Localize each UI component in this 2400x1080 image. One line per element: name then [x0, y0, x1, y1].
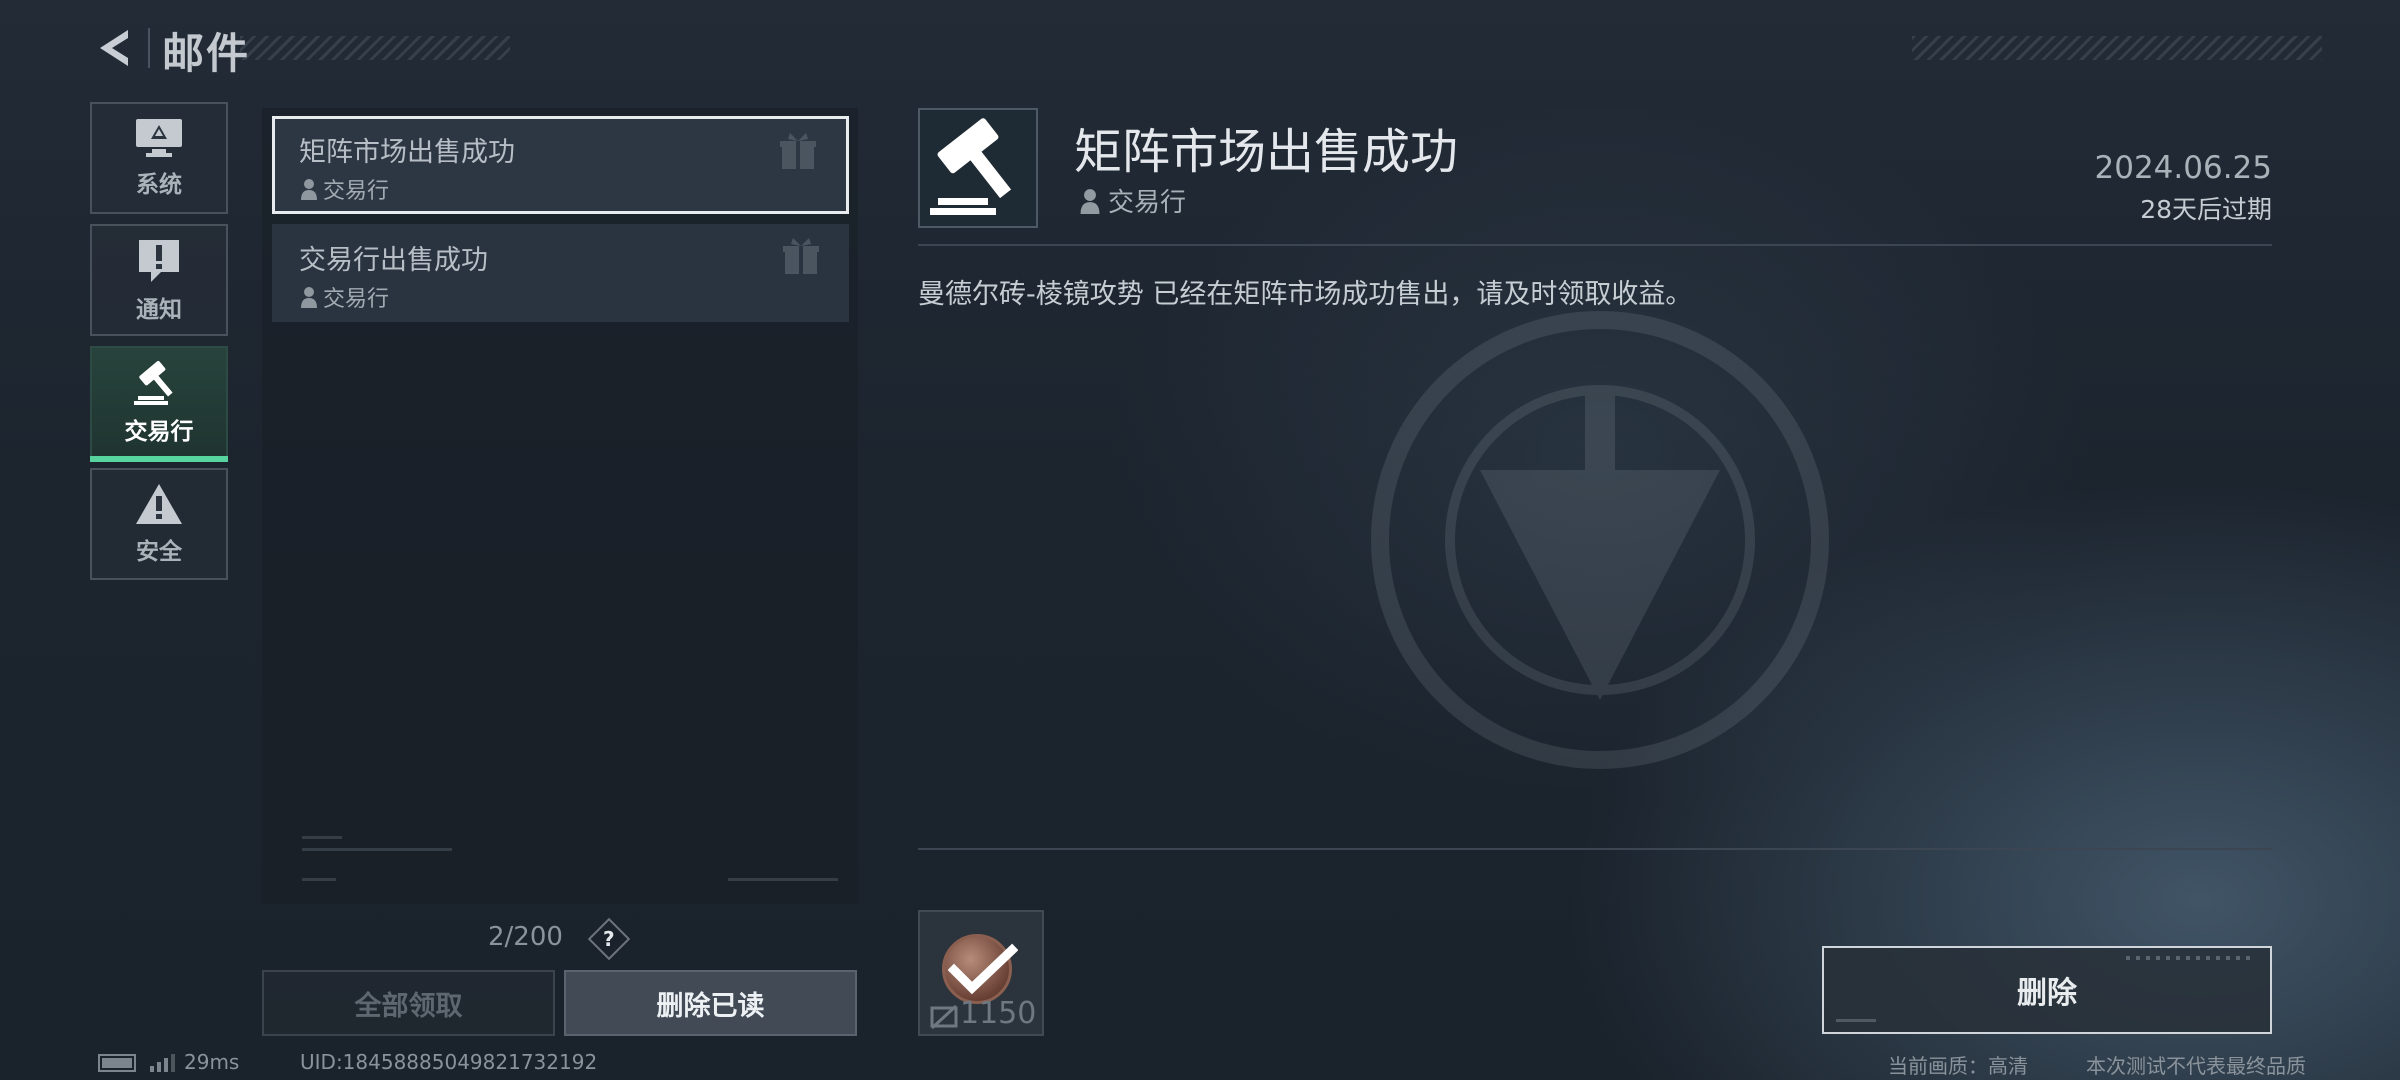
mail-item[interactable]: 交易行出售成功 交易行: [272, 224, 849, 322]
detail-top-divider: [918, 244, 2272, 246]
sidebar-item-label: 交易行: [124, 419, 194, 445]
sidebar-item-security[interactable]: 安全: [90, 468, 228, 580]
gift-icon: [783, 238, 819, 274]
help-icon-label: ?: [603, 926, 615, 951]
detail-bottom-divider: [918, 848, 2272, 850]
quality-text: 当前画质：高清: [1888, 1054, 2028, 1078]
list-decor-line: [302, 848, 452, 851]
gift-icon: [780, 133, 816, 169]
person-icon: [1080, 188, 1100, 214]
person-icon: [301, 179, 317, 200]
background-emblem: [1371, 311, 1829, 769]
mail-item[interactable]: 矩阵市场出售成功 交易行: [272, 116, 849, 214]
sidebar-item-system[interactable]: 系统: [90, 102, 228, 214]
mail-sender-name: 交易行: [323, 179, 390, 204]
delete-button[interactable]: 删除: [1822, 946, 2272, 1034]
mail-sender-name: 交易行: [323, 287, 390, 312]
person-icon: [301, 287, 317, 308]
button-decor: [1836, 1019, 1876, 1022]
list-decor-line: [302, 878, 336, 881]
button-decor: [2126, 956, 2256, 960]
header-hatch-left: [240, 36, 510, 60]
detail-body: 曼德尔砖-棱镜攻势 已经在矩阵市场成功售出，请及时领取收益。: [918, 279, 1693, 310]
list-decor-line: [302, 836, 342, 839]
mail-sender: 交易行: [299, 173, 846, 205]
gavel-icon: [134, 361, 173, 405]
sidebar-item-label: 安全: [136, 539, 182, 565]
header-hatch-right: [1912, 36, 2322, 60]
back-arrow-icon[interactable]: [92, 24, 140, 72]
ping-text: 29ms: [184, 1050, 240, 1074]
detail-gavel-icon: [918, 108, 1038, 228]
mail-counter: 2/200: [488, 922, 563, 952]
claim-all-button[interactable]: 全部领取: [262, 970, 555, 1036]
gavel-icon: [930, 118, 1012, 215]
check-icon: [948, 943, 1018, 995]
detail-title: 矩阵市场出售成功: [1074, 124, 1459, 180]
warning-icon: [136, 484, 182, 524]
header-divider: [148, 28, 150, 68]
list-decor-line: [728, 878, 838, 881]
sidebar-item-trade[interactable]: 交易行: [90, 346, 228, 462]
mail-subject: 交易行出售成功: [299, 245, 488, 276]
detail-expiry: 28天后过期: [2140, 195, 2272, 224]
help-icon[interactable]: ?: [587, 917, 631, 961]
delete-read-button[interactable]: 删除已读: [564, 970, 857, 1036]
attachment-item[interactable]: 1150: [918, 910, 1044, 1036]
exclamation-icon: [139, 240, 179, 282]
sidebar-item-label: 通知: [136, 297, 182, 323]
detail-sender: 交易行: [1078, 182, 1186, 219]
detail-date: 2024.06.25: [2094, 150, 2273, 186]
signal-icon: [150, 1054, 175, 1072]
delete-button-label: 删除: [2017, 976, 2077, 1011]
battery-icon: [98, 1054, 136, 1072]
detail-sender-name: 交易行: [1108, 188, 1187, 218]
attachment-count: 1150: [960, 996, 1037, 1031]
mail-sender: 交易行: [299, 281, 849, 313]
sidebar-item-label: 系统: [136, 172, 182, 198]
bound-icon: [930, 1004, 958, 1030]
page-title: 邮件: [162, 29, 251, 78]
mail-subject: 矩阵市场出售成功: [299, 137, 515, 168]
uid-text: UID:18458885049821732192: [300, 1050, 598, 1074]
monitor-icon: [136, 119, 182, 157]
disclaimer-text: 本次测试不代表最终品质: [2086, 1054, 2306, 1078]
sidebar-item-notice[interactable]: 通知: [90, 224, 228, 336]
